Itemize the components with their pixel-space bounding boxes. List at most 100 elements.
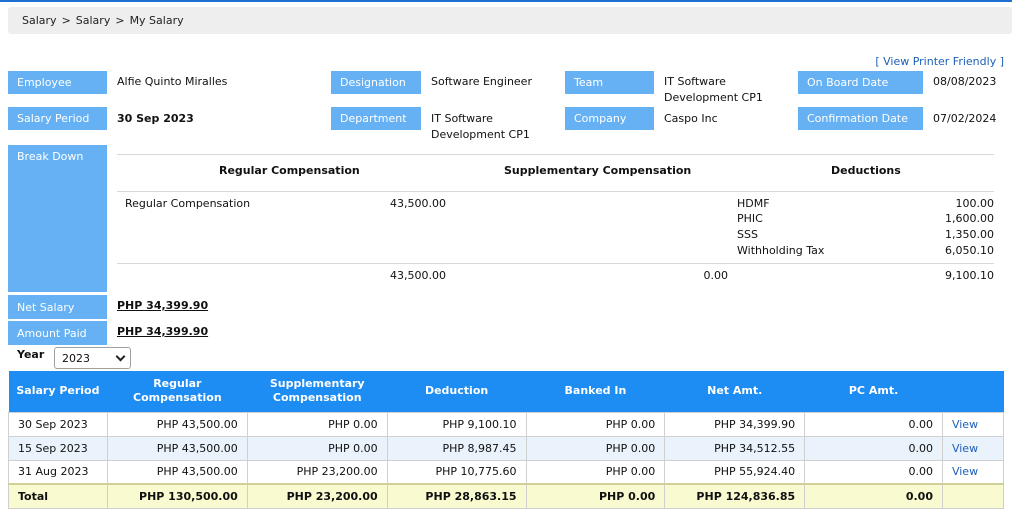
cell-salary-period: 31 Aug 2023	[8, 459, 108, 485]
column-header-regular-compensation[interactable]: Regular Compensation	[107, 371, 248, 412]
team-value: IT Software Development CP1	[664, 74, 763, 106]
total-label: Total	[8, 483, 108, 509]
table-total-row: Total PHP 130,500.00 PHP 23,200.00 PHP 2…	[8, 483, 1005, 509]
column-header-banked-in[interactable]: Banked In	[526, 371, 665, 412]
cell-banked-in: PHP 0.00	[525, 435, 666, 461]
table-row: 31 Aug 2023 PHP 43,500.00 PHP 23,200.00 …	[8, 459, 1005, 485]
total-action-empty	[941, 483, 1005, 509]
amount-paid-label: Amount Paid	[8, 321, 107, 345]
column-header-supplementary-compensation[interactable]: Supplementary Compensation	[247, 371, 388, 412]
deduction-amount-phic: 1,600.00	[945, 212, 994, 225]
deduction-name-withholding-tax: Withholding Tax	[737, 244, 825, 257]
deduction-amount-withholding-tax: 6,050.10	[945, 244, 994, 257]
cell-supplementary-compensation: PHP 23,200.00	[246, 459, 388, 485]
cell-banked-in: PHP 0.00	[525, 459, 666, 485]
total-banked-in: PHP 0.00	[525, 483, 666, 509]
breakdown-label: Break Down	[8, 145, 107, 292]
confirmation-date-label: Confirmation Date	[798, 107, 923, 130]
breadcrumb-item-my-salary[interactable]: My Salary	[130, 14, 184, 27]
cell-regular-compensation: PHP 43,500.00	[106, 459, 248, 485]
total-supplementary-compensation: PHP 23,200.00	[246, 483, 388, 509]
cell-net-amt: PHP 34,512.55	[664, 435, 806, 461]
cell-action: View	[941, 459, 1005, 485]
column-header-salary-period[interactable]: Salary Period	[8, 371, 108, 412]
column-header-deduction[interactable]: Deduction	[387, 371, 527, 412]
cell-deduction: PHP 10,775.60	[386, 459, 527, 485]
employee-value: Alfie Quinto Miralles	[117, 75, 228, 88]
column-header-pc-amt[interactable]: PC Amt.	[804, 371, 943, 412]
cell-deduction: PHP 8,987.45	[386, 435, 527, 461]
deduction-name-phic: PHIC	[737, 212, 763, 225]
total-net-amt: PHP 124,836.85	[664, 483, 806, 509]
cell-deduction: PHP 9,100.10	[386, 411, 527, 437]
breakdown-totals-divider	[117, 263, 994, 264]
cell-action: View	[941, 435, 1005, 461]
salary-history-table: Salary Period Regular Compensation Suppl…	[8, 371, 1005, 509]
breadcrumb-item-salary[interactable]: Salary	[76, 14, 111, 27]
breadcrumb: Salary > Salary > My Salary	[8, 7, 1012, 34]
deduction-name-sss: SSS	[737, 228, 758, 241]
department-label: Department	[331, 107, 421, 130]
company-value: Caspo Inc	[664, 112, 718, 125]
breakdown-header-deductions: Deductions	[831, 164, 901, 177]
net-salary-label: Net Salary	[8, 295, 107, 319]
department-value-line-1: IT Software	[431, 112, 493, 125]
breakdown-top-divider	[117, 154, 994, 155]
salary-period-label: Salary Period	[8, 107, 107, 130]
cell-pc-amt: 0.00	[804, 411, 943, 437]
breakdown-header-supplementary: Supplementary Compensation	[504, 164, 692, 177]
total-deduction: PHP 28,863.15	[386, 483, 527, 509]
deduction-amount-hdmf: 100.00	[955, 197, 995, 210]
designation-label: Designation	[331, 71, 421, 94]
net-salary-value: PHP 34,399.90	[117, 299, 209, 312]
department-value: IT Software Development CP1	[431, 111, 530, 143]
top-accent-line	[0, 0, 1012, 2]
view-link[interactable]: View	[952, 418, 978, 431]
total-pc-amt: 0.00	[804, 483, 943, 509]
chevron-down-icon	[115, 351, 126, 361]
regular-compensation-amount: 43,500.00	[390, 197, 446, 210]
designation-value: Software Engineer	[431, 75, 532, 88]
total-regular-compensation: PHP 130,500.00	[106, 483, 248, 509]
cell-net-amt: PHP 34,399.90	[664, 411, 806, 437]
cell-pc-amt: 0.00	[804, 435, 943, 461]
breakdown-header-regular: Regular Compensation	[219, 164, 360, 177]
cell-salary-period: 30 Sep 2023	[8, 411, 108, 437]
deduction-amount-sss: 1,350.00	[945, 228, 994, 241]
cell-supplementary-compensation: PHP 0.00	[246, 435, 388, 461]
regular-compensation-item: Regular Compensation	[125, 197, 251, 210]
cell-supplementary-compensation: PHP 0.00	[246, 411, 388, 437]
breakdown-header-divider	[117, 191, 994, 192]
cell-pc-amt: 0.00	[804, 459, 943, 485]
view-link[interactable]: View	[952, 442, 978, 455]
view-printer-friendly-link[interactable]: [ View Printer Friendly ]	[875, 55, 1004, 68]
employee-label: Employee	[8, 71, 107, 94]
breadcrumb-separator: >	[61, 14, 71, 27]
year-selected-value: 2023	[62, 351, 90, 365]
salary-period-value: 30 Sep 2023	[117, 112, 194, 125]
company-label: Company	[565, 107, 654, 130]
column-header-actions	[942, 371, 1004, 412]
cell-salary-period: 15 Sep 2023	[8, 435, 108, 461]
breakdown-total-regular: 43,500.00	[390, 269, 446, 282]
breakdown-total-supplementary: 0.00	[703, 269, 729, 282]
breadcrumb-item-salary-root[interactable]: Salary	[22, 14, 57, 27]
breadcrumb-separator: >	[115, 14, 125, 27]
year-select[interactable]: 2023	[54, 347, 131, 369]
cell-regular-compensation: PHP 43,500.00	[106, 411, 248, 437]
table-row: 30 Sep 2023 PHP 43,500.00 PHP 0.00 PHP 9…	[8, 411, 1005, 437]
breakdown-total-deductions: 9,100.10	[945, 269, 994, 282]
view-link[interactable]: View	[952, 465, 978, 478]
confirmation-date-value: 07/02/2024	[933, 112, 997, 125]
team-value-line-2: Development CP1	[664, 91, 763, 104]
onboard-date-label: On Board Date	[798, 71, 923, 94]
cell-action: View	[941, 411, 1005, 437]
column-header-net-amt[interactable]: Net Amt.	[664, 371, 805, 412]
deduction-name-hdmf: HDMF	[737, 197, 770, 210]
department-value-line-2: Development CP1	[431, 128, 530, 141]
onboard-date-value: 08/08/2023	[933, 75, 997, 88]
team-label: Team	[565, 71, 654, 94]
table-header-row: Salary Period Regular Compensation Suppl…	[8, 371, 1004, 412]
team-value-line-1: IT Software	[664, 75, 726, 88]
year-label: Year	[17, 348, 45, 361]
